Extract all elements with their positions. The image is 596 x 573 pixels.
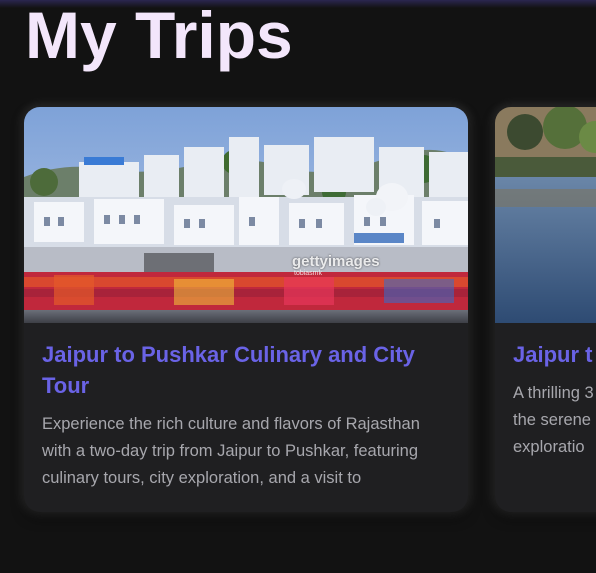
trip-card-image: gettyimages tobiasmk [24,107,468,323]
trip-card[interactable]: Jaipur t A thrilling 3 the serene explor… [495,107,596,512]
pushkar-ghats-photo [24,107,468,323]
image-credit: tobiasmk [294,270,323,277]
trip-card-body: Jaipur to Pushkar Culinary and City Tour… [24,323,468,492]
trip-card[interactable]: gettyimages tobiasmk Jaipur to Pushkar C… [24,107,468,512]
lake-photo [495,107,596,323]
trip-card-body: Jaipur t A thrilling 3 the serene explor… [495,323,596,461]
trip-card-title[interactable]: Jaipur to Pushkar Culinary and City Tour [42,339,450,401]
trip-card-image [495,107,596,323]
trips-carousel[interactable]: gettyimages tobiasmk Jaipur to Pushkar C… [0,0,596,573]
trip-card-description: A thrilling 3 the serene exploratio [513,384,594,456]
trip-card-description: Experience the rich culture and flavors … [42,415,420,487]
image-watermark: gettyimages [292,253,380,270]
trip-card-title[interactable]: Jaipur t [513,339,596,370]
